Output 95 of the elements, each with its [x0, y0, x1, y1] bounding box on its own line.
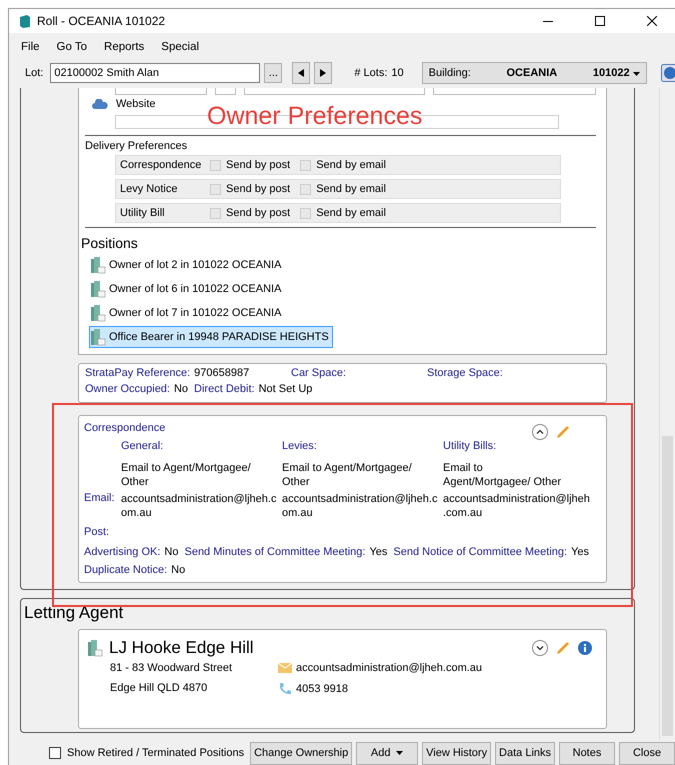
checkbox-label: Send by email	[316, 207, 386, 219]
help-icon[interactable]	[660, 64, 675, 82]
field-label: Advertising OK:	[84, 546, 160, 558]
next-button[interactable]	[314, 62, 332, 84]
field-label: Storage Space:	[427, 367, 503, 379]
dropdown-button[interactable]: Add	[356, 742, 418, 764]
section-heading: Positions	[81, 235, 139, 251]
field-value: Not Set Up	[258, 383, 312, 395]
field-label: Email:	[84, 492, 116, 504]
field-value: No	[164, 546, 178, 558]
agent-email[interactable]: accountsadministration@ljheh.com.au	[296, 662, 482, 674]
action-button[interactable]: Close	[619, 742, 675, 764]
field-label: Send Minutes of Committee Meeting:	[184, 546, 366, 558]
pencil-icon[interactable]	[556, 641, 570, 655]
column-heading: Levies:	[282, 440, 317, 452]
section-heading: Delivery Preferences	[85, 140, 188, 152]
checkbox[interactable]	[49, 747, 61, 759]
field-value: 970658987	[194, 367, 250, 379]
address-line: 81 - 83 Woodward Street	[110, 662, 234, 674]
right-arrow-icon	[320, 69, 326, 77]
action-button[interactable]: View History	[422, 742, 492, 764]
field-value: No	[174, 383, 188, 395]
minimize-icon[interactable]	[543, 20, 553, 22]
pencil-icon[interactable]	[556, 425, 570, 439]
column-heading: Utility Bills:	[443, 440, 496, 452]
annotation-text: Owner Preferences	[207, 102, 422, 131]
position-item[interactable]: Owner of lot 7 in 101022 OCEANIA	[89, 302, 286, 324]
menu-item[interactable]: Special	[161, 41, 200, 53]
field-label: Direct Debit:	[194, 383, 255, 395]
browse-button[interactable]: ...	[264, 63, 282, 83]
action-button[interactable]: Notes	[559, 742, 615, 764]
email-address: accountsadministration@ljheh.com.au	[121, 492, 278, 520]
address-line: Edge Hill QLD 4870	[110, 682, 208, 694]
menu-item[interactable]: File	[21, 41, 40, 53]
lots-count: 10	[391, 67, 404, 79]
left-arrow-icon	[298, 69, 304, 77]
website-label: Website	[116, 98, 156, 110]
expand-icon[interactable]	[532, 640, 548, 656]
position-item[interactable]: Owner of lot 6 in 101022 OCEANIA	[89, 278, 286, 300]
lots-label: # Lots:	[354, 67, 388, 79]
building-icon	[90, 328, 106, 346]
section-heading: Letting Agent	[24, 603, 124, 623]
field-label: Post:	[84, 526, 110, 538]
section-heading: Correspondence	[84, 422, 166, 434]
collapse-icon[interactable]	[532, 424, 548, 440]
checkbox-label: Send by post	[226, 159, 290, 171]
checkbox-label: Send by post	[226, 183, 290, 195]
building-icon	[90, 280, 106, 298]
email-address: accountsadministration@ljheh.com.au	[282, 492, 438, 520]
input-field[interactable]	[115, 88, 207, 95]
building-icon	[90, 304, 106, 322]
column-heading: General:	[121, 440, 164, 452]
caret-icon	[632, 72, 640, 76]
field-value: Yes	[571, 546, 590, 558]
preference-label: Levy Notice	[120, 183, 178, 195]
building-dropdown[interactable]: Building: OCEANIA 101022	[422, 62, 647, 84]
agent-phone: 4053 9918	[296, 683, 348, 695]
cloud-icon	[92, 99, 108, 109]
maximize-icon[interactable]	[595, 16, 605, 26]
preference-label: Utility Bill	[120, 207, 166, 219]
field-label: Send Notice of Committee Meeting:	[393, 546, 568, 558]
building-icon	[90, 256, 106, 274]
agent-name: LJ Hooke Edge Hill	[109, 638, 254, 658]
caret-icon	[396, 751, 404, 755]
input-field[interactable]	[433, 88, 596, 95]
menu-item[interactable]: Go To	[56, 41, 88, 53]
lot-label: Lot:	[25, 67, 44, 79]
field-label: Car Space:	[291, 367, 346, 379]
field-value: No	[171, 564, 186, 576]
info-icon[interactable]	[578, 641, 592, 655]
app-logo-icon	[19, 14, 31, 28]
action-button[interactable]: Change Ownership	[250, 742, 352, 764]
envelope-icon	[278, 663, 292, 673]
phone-icon	[278, 682, 292, 696]
input-field[interactable]	[244, 88, 426, 95]
field-label: StrataPay Reference:	[85, 367, 190, 379]
window-title: Roll - OCEANIA 101022	[37, 14, 166, 28]
position-item[interactable]: Owner of lot 2 in 101022 OCEANIA	[89, 254, 286, 276]
field-label: Owner Occupied:	[85, 383, 170, 395]
preference-label: Correspondence	[120, 159, 202, 171]
position-item[interactable]: Office Bearer in 19948 PARADISE HEIGHTS	[89, 326, 333, 348]
close-icon[interactable]	[647, 16, 657, 26]
checkbox-label: Send by post	[226, 207, 290, 219]
action-button[interactable]: Data Links	[495, 742, 555, 764]
checkbox-label: Send by email	[316, 183, 386, 195]
lot-field[interactable]: 02100002 Smith Alan	[50, 63, 260, 83]
checkbox-label: Show Retired / Terminated Positions	[67, 747, 244, 759]
building-icon	[87, 639, 103, 657]
menu-item[interactable]: Reports	[104, 41, 144, 53]
field-label: Duplicate Notice:	[84, 564, 168, 576]
email-address: accountsadministration@ljheh.com.au	[443, 492, 591, 520]
checkbox-label: Send by email	[316, 159, 386, 171]
previous-button[interactable]	[292, 62, 310, 84]
input-field[interactable]	[214, 88, 236, 95]
field-value: Yes	[369, 546, 388, 558]
